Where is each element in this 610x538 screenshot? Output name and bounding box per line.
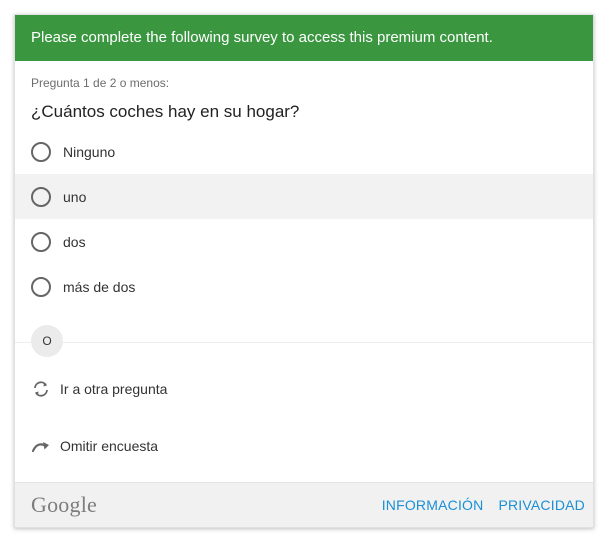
- answer-option-mas-de-dos[interactable]: más de dos: [15, 264, 593, 309]
- answer-label: más de dos: [63, 278, 136, 295]
- refresh-arrows-icon: [34, 381, 48, 397]
- radio-button[interactable]: [31, 231, 51, 252]
- google-logo: Google: [31, 492, 97, 517]
- answer-list: Ninguno uno dos más de dos: [15, 129, 593, 309]
- privacy-link[interactable]: PRIVACIDAD: [498, 497, 585, 513]
- radio-button[interactable]: [31, 276, 51, 297]
- or-badge: O: [31, 325, 63, 357]
- survey-footer: Google INFORMACIÓN PRIVACIDAD: [15, 482, 593, 527]
- answer-option-ninguno[interactable]: Ninguno: [15, 129, 593, 174]
- survey-banner: Please complete the following survey to …: [15, 15, 593, 61]
- answer-label: dos: [63, 233, 86, 250]
- skip-survey-label: Omitir encuesta: [60, 438, 159, 454]
- curved-arrow-icon: [31, 442, 49, 453]
- next-question-link[interactable]: Ir a otra pregunta: [15, 377, 593, 401]
- next-question-label: Ir a otra pregunta: [60, 381, 168, 397]
- survey-card: Please complete the following survey to …: [14, 14, 594, 528]
- radio-button[interactable]: [31, 186, 51, 207]
- answer-label: uno: [63, 188, 87, 205]
- or-separator: O: [15, 325, 593, 369]
- question-count: Pregunta 1 de 2 o menos:: [31, 76, 170, 90]
- answer-option-dos[interactable]: dos: [15, 219, 593, 264]
- answer-label: Ninguno: [63, 143, 116, 160]
- skip-survey-link[interactable]: Omitir encuesta: [15, 434, 593, 458]
- answer-option-uno[interactable]: uno: [15, 174, 593, 219]
- info-link[interactable]: INFORMACIÓN: [382, 497, 484, 513]
- question-text: ¿Cuántos coches hay en su hogar?: [31, 102, 300, 121]
- divider-line: [15, 342, 593, 343]
- radio-button[interactable]: [31, 141, 51, 162]
